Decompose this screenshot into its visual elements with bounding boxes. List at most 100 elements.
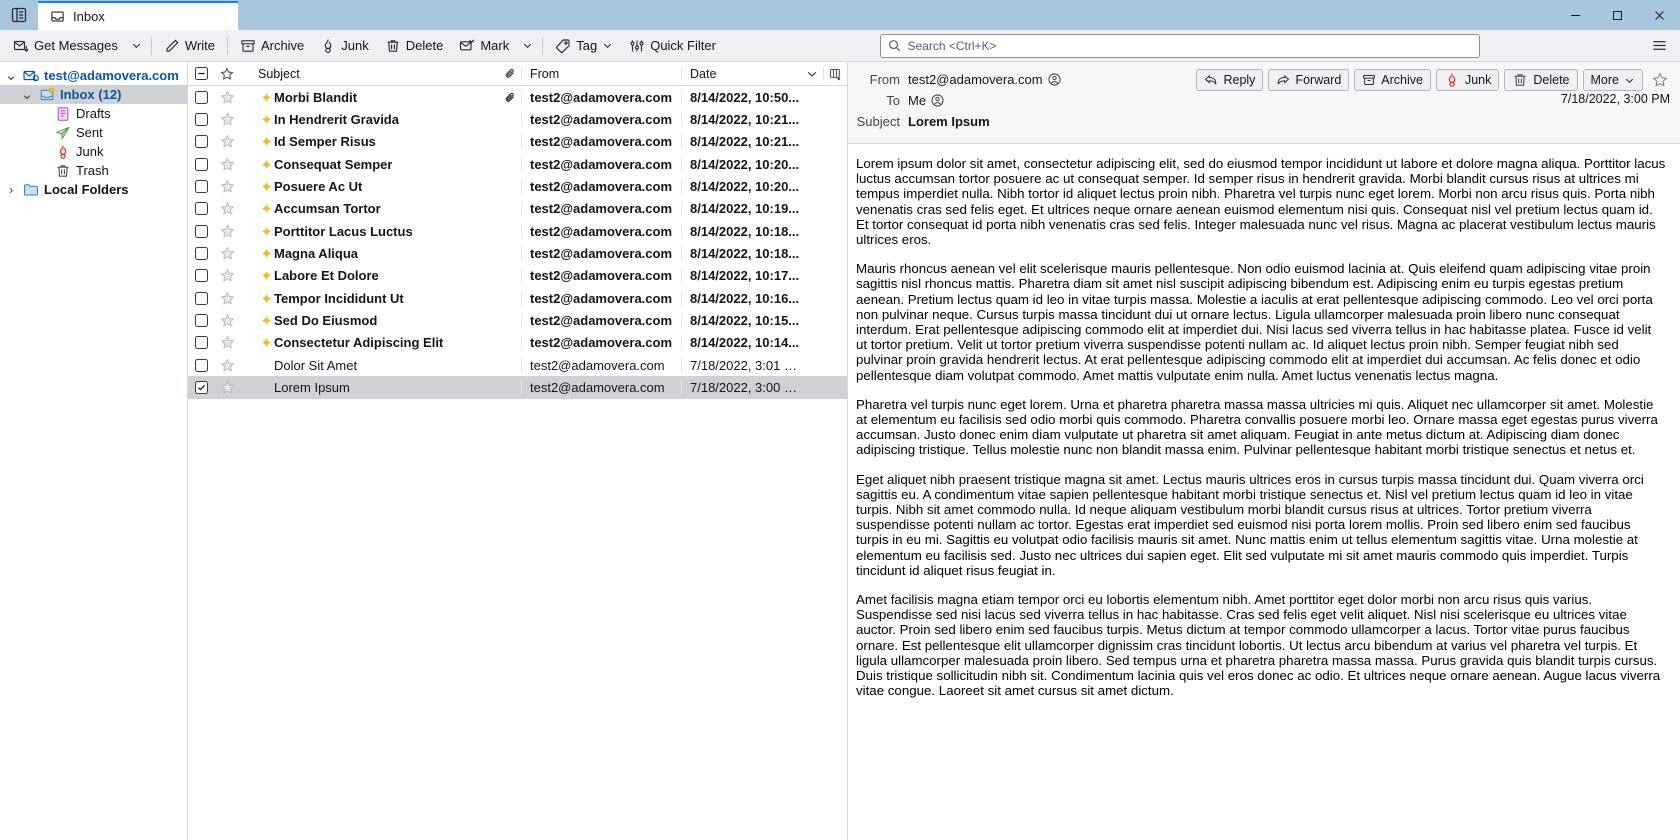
message-checkbox[interactable]	[188, 224, 214, 238]
unread-diamond-icon[interactable]	[258, 92, 274, 103]
reply-button[interactable]: Reply	[1196, 69, 1264, 91]
message-checkbox[interactable]	[188, 381, 214, 395]
attachment-column-header[interactable]	[499, 67, 521, 80]
forward-button[interactable]: Forward	[1268, 69, 1350, 91]
message-star-icon[interactable]	[214, 90, 240, 105]
from-value[interactable]: test2@adamovera.com	[908, 72, 1043, 87]
message-star-icon[interactable]	[214, 358, 240, 373]
unread-diamond-icon[interactable]	[258, 293, 274, 304]
message-row[interactable]: Porttitor Lacus Luctus test2@adamovera.co…	[188, 220, 847, 242]
message-checkbox[interactable]	[188, 247, 214, 261]
folder-item-sent[interactable]: Sent	[0, 123, 187, 142]
more-button[interactable]: More	[1582, 69, 1643, 91]
get-messages-button[interactable]: Get Messages	[6, 33, 125, 59]
junk-button[interactable]: Junk	[1435, 69, 1500, 91]
search-input[interactable]: Search <Ctrl+K>	[880, 33, 1481, 58]
sort-chevron-down-icon[interactable]	[801, 68, 823, 80]
unread-diamond-icon[interactable]	[258, 114, 274, 125]
message-row[interactable]: Lorem Ipsum test2@adamovera.com 7/18/2022,…	[188, 376, 847, 399]
message-row[interactable]: Dolor Sit Amet test2@adamovera.com 7/18/20…	[188, 354, 847, 376]
folder-item-trash[interactable]: Trash	[0, 161, 187, 180]
message-checkbox[interactable]	[188, 113, 214, 127]
delete-button[interactable]: Delete	[1504, 69, 1578, 91]
star-column-header[interactable]	[214, 66, 240, 81]
folder-item-drafts[interactable]: Drafts	[0, 104, 187, 123]
message-row[interactable]: Posuere Ac Ut test2@adamovera.com 8/14/202…	[188, 175, 847, 197]
message-row[interactable]: Sed Do Eiusmod test2@adamovera.com 8/14/20…	[188, 309, 847, 331]
message-star-icon[interactable]	[214, 157, 240, 172]
message-checkbox[interactable]	[188, 157, 214, 171]
select-all-checkbox[interactable]	[188, 67, 214, 80]
message-star-icon[interactable]	[214, 179, 240, 194]
get-messages-dropdown[interactable]	[127, 33, 146, 59]
tab-inbox[interactable]: Inbox	[38, 1, 238, 30]
unread-diamond-icon[interactable]	[258, 315, 274, 326]
unread-diamond-icon[interactable]	[258, 226, 274, 237]
column-picker-icon[interactable]	[823, 66, 847, 81]
unread-diamond-icon[interactable]	[258, 248, 274, 259]
message-star-icon[interactable]	[214, 112, 240, 127]
message-checkbox[interactable]	[188, 90, 214, 104]
message-star-icon[interactable]	[214, 380, 240, 395]
message-checkbox[interactable]	[188, 358, 214, 372]
from-column-header[interactable]: From	[521, 66, 681, 81]
to-value[interactable]: Me	[908, 93, 926, 108]
unread-diamond-icon[interactable]	[258, 270, 274, 281]
message-row[interactable]: Consectetur Adipiscing Elit test2@adamove…	[188, 332, 847, 354]
message-checkbox[interactable]	[188, 135, 214, 149]
unread-diamond-icon[interactable]	[258, 136, 274, 147]
quick-filter-button[interactable]: Quick Filter	[622, 33, 723, 59]
minimize-button[interactable]	[1554, 0, 1596, 30]
message-checkbox[interactable]	[188, 180, 214, 194]
message-checkbox[interactable]	[188, 291, 214, 305]
message-star-icon[interactable]	[214, 291, 240, 306]
star-message-button[interactable]	[1648, 69, 1672, 91]
message-star-icon[interactable]	[214, 335, 240, 350]
folder-twisty-icon[interactable]: ›	[4, 182, 18, 197]
message-row[interactable]: Morbi Blandit test2@adamovera.com 8/14/202…	[188, 86, 847, 108]
junk-button[interactable]: Junk	[313, 33, 375, 59]
message-from-cell: test2@adamovera.com	[521, 134, 681, 150]
unread-diamond-icon[interactable]	[258, 337, 274, 348]
folder-item-inbox-12[interactable]: ⌄ Inbox (12)	[0, 85, 187, 104]
message-row[interactable]: Magna Aliqua test2@adamovera.com 8/14/2022…	[188, 242, 847, 264]
unread-diamond-icon[interactable]	[258, 203, 274, 214]
folder-item-test-adamovera-com[interactable]: ⌄ test@adamovera.com	[0, 66, 187, 85]
message-star-icon[interactable]	[214, 134, 240, 149]
subject-column-header[interactable]: Subject	[240, 67, 499, 81]
message-star-icon[interactable]	[214, 313, 240, 328]
message-checkbox[interactable]	[188, 202, 214, 216]
tag-chevron-down-icon[interactable]	[602, 40, 613, 51]
message-star-icon[interactable]	[214, 268, 240, 283]
message-star-icon[interactable]	[214, 224, 240, 239]
message-row[interactable]: Tempor Incididunt Ut test2@adamovera.com 8…	[188, 287, 847, 309]
mark-dropdown[interactable]	[518, 33, 537, 59]
message-checkbox[interactable]	[188, 269, 214, 283]
maximize-button[interactable]	[1596, 0, 1638, 30]
message-row[interactable]: In Hendrerit Gravida test2@adamovera.com 8…	[188, 108, 847, 130]
folder-item-junk[interactable]: Junk	[0, 142, 187, 161]
unread-diamond-icon[interactable]	[258, 181, 274, 192]
mark-button[interactable]: Mark	[452, 33, 516, 59]
write-button[interactable]: Write	[157, 33, 222, 59]
date-column-header[interactable]: Date	[681, 66, 801, 81]
archive-button[interactable]: Archive	[1354, 69, 1431, 91]
message-star-icon[interactable]	[214, 201, 240, 216]
delete-button[interactable]: Delete	[378, 33, 451, 59]
message-star-icon[interactable]	[214, 246, 240, 261]
unread-diamond-icon[interactable]	[258, 159, 274, 170]
message-checkbox[interactable]	[188, 314, 214, 328]
folder-twisty-icon[interactable]: ⌄	[20, 87, 34, 102]
app-menu-button[interactable]	[1644, 33, 1674, 59]
tag-button[interactable]: Tag	[548, 33, 620, 59]
message-row[interactable]: Labore Et Dolore test2@adamovera.com 8/14/…	[188, 265, 847, 287]
spaces-toolbar-icon[interactable]	[0, 0, 38, 30]
message-checkbox[interactable]	[188, 336, 214, 350]
message-row[interactable]: Id Semper Risus test2@adamovera.com 8/14/2…	[188, 131, 847, 153]
folder-item-local-folders[interactable]: › Local Folders	[0, 180, 187, 199]
archive-button[interactable]: Archive	[233, 33, 311, 59]
message-row[interactable]: Consequat Semper test2@adamovera.com 8/14/…	[188, 153, 847, 175]
folder-twisty-icon[interactable]: ⌄	[4, 68, 18, 83]
close-button[interactable]	[1638, 0, 1680, 30]
message-row[interactable]: Accumsan Tortor test2@adamovera.com 8/14/2…	[188, 198, 847, 220]
